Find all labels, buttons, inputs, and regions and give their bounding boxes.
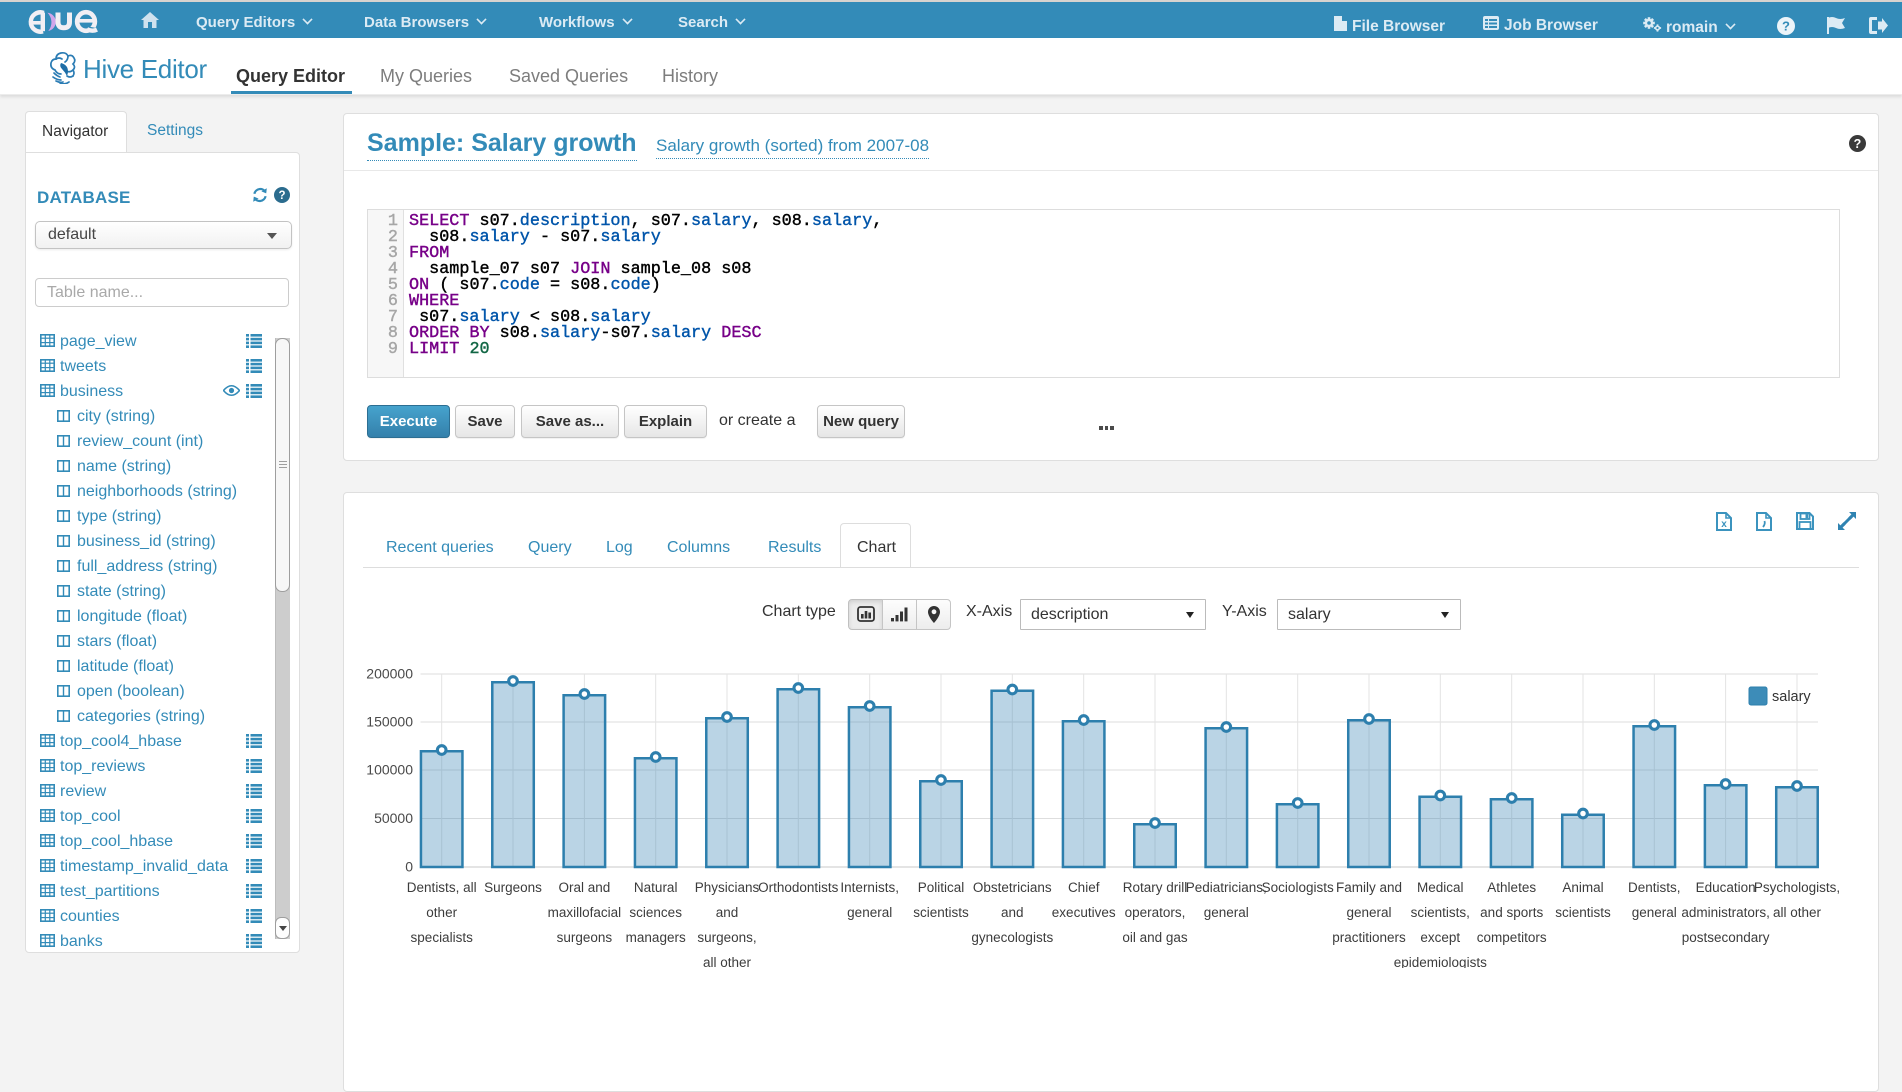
svg-text:postsecondary: postsecondary: [1682, 930, 1770, 945]
svg-text:100000: 100000: [366, 762, 413, 778]
svg-text:x: x: [1721, 519, 1727, 530]
svg-text:gynecologists: gynecologists: [971, 930, 1053, 945]
svg-text:general: general: [1204, 905, 1249, 920]
svg-text:?: ?: [1782, 19, 1790, 34]
svg-text:Education: Education: [1696, 880, 1756, 895]
svg-text:practitioners: practitioners: [1332, 930, 1406, 945]
svg-text:Obstetricians: Obstetricians: [973, 880, 1052, 895]
svg-text:50000: 50000: [374, 810, 413, 826]
svg-text:managers: managers: [626, 930, 686, 945]
svg-text:except: except: [1420, 930, 1460, 945]
svg-text:Psychologists,: Psychologists,: [1754, 880, 1840, 895]
svg-text:and: and: [1001, 905, 1024, 920]
svg-text:and sports: and sports: [1480, 905, 1543, 920]
svg-text:Family and: Family and: [1336, 880, 1402, 895]
svg-text:general: general: [1346, 905, 1391, 920]
svg-text:Pediatricians,: Pediatricians,: [1186, 880, 1267, 895]
svg-text:all other: all other: [703, 955, 752, 968]
svg-text:scientists,: scientists,: [1411, 905, 1470, 920]
svg-text:Oral and: Oral and: [559, 880, 611, 895]
svg-text:maxillofacial: maxillofacial: [548, 905, 622, 920]
svg-text:?: ?: [278, 190, 285, 202]
svg-text:salary: salary: [1772, 689, 1811, 705]
svg-text:competitors: competitors: [1477, 930, 1547, 945]
svg-text:surgeons: surgeons: [557, 930, 613, 945]
svg-text:general: general: [1632, 905, 1677, 920]
svg-text:200000: 200000: [366, 666, 413, 682]
svg-text:Dentists, all: Dentists, all: [407, 880, 477, 895]
svg-text:Medical: Medical: [1417, 880, 1464, 895]
svg-text:all other: all other: [1773, 905, 1822, 920]
svg-text:scientists: scientists: [1555, 905, 1611, 920]
svg-text:Chief: Chief: [1068, 880, 1100, 895]
svg-text:surgeons,: surgeons,: [697, 930, 756, 945]
svg-text:general: general: [847, 905, 892, 920]
svg-text:administrators,: administrators,: [1681, 905, 1770, 920]
svg-text:Physicians: Physicians: [695, 880, 760, 895]
svg-text:?: ?: [1854, 137, 1862, 151]
svg-text:executives: executives: [1052, 905, 1116, 920]
svg-text:other: other: [426, 905, 457, 920]
svg-text:Dentists,: Dentists,: [1628, 880, 1681, 895]
svg-text:and: and: [716, 905, 739, 920]
svg-text:epidemiologists: epidemiologists: [1394, 955, 1487, 968]
svg-text:Natural: Natural: [634, 880, 678, 895]
svg-text:specialists: specialists: [411, 930, 474, 945]
svg-text:Rotary drill: Rotary drill: [1123, 880, 1188, 895]
svg-text:oil and gas: oil and gas: [1122, 930, 1188, 945]
svg-text:Orthodontists: Orthodontists: [758, 880, 839, 895]
svg-text:Surgeons: Surgeons: [484, 880, 542, 895]
svg-text:Animal: Animal: [1562, 880, 1603, 895]
svg-text:Internists,: Internists,: [840, 880, 899, 895]
svg-text:scientists: scientists: [913, 905, 969, 920]
svg-text:sciences: sciences: [629, 905, 682, 920]
svg-text:Political: Political: [918, 880, 965, 895]
svg-text:Athletes: Athletes: [1487, 880, 1536, 895]
svg-text:Sociologists: Sociologists: [1262, 880, 1334, 895]
svg-text:150000: 150000: [366, 714, 413, 730]
svg-text:0: 0: [405, 859, 413, 875]
svg-text:operators,: operators,: [1125, 905, 1186, 920]
